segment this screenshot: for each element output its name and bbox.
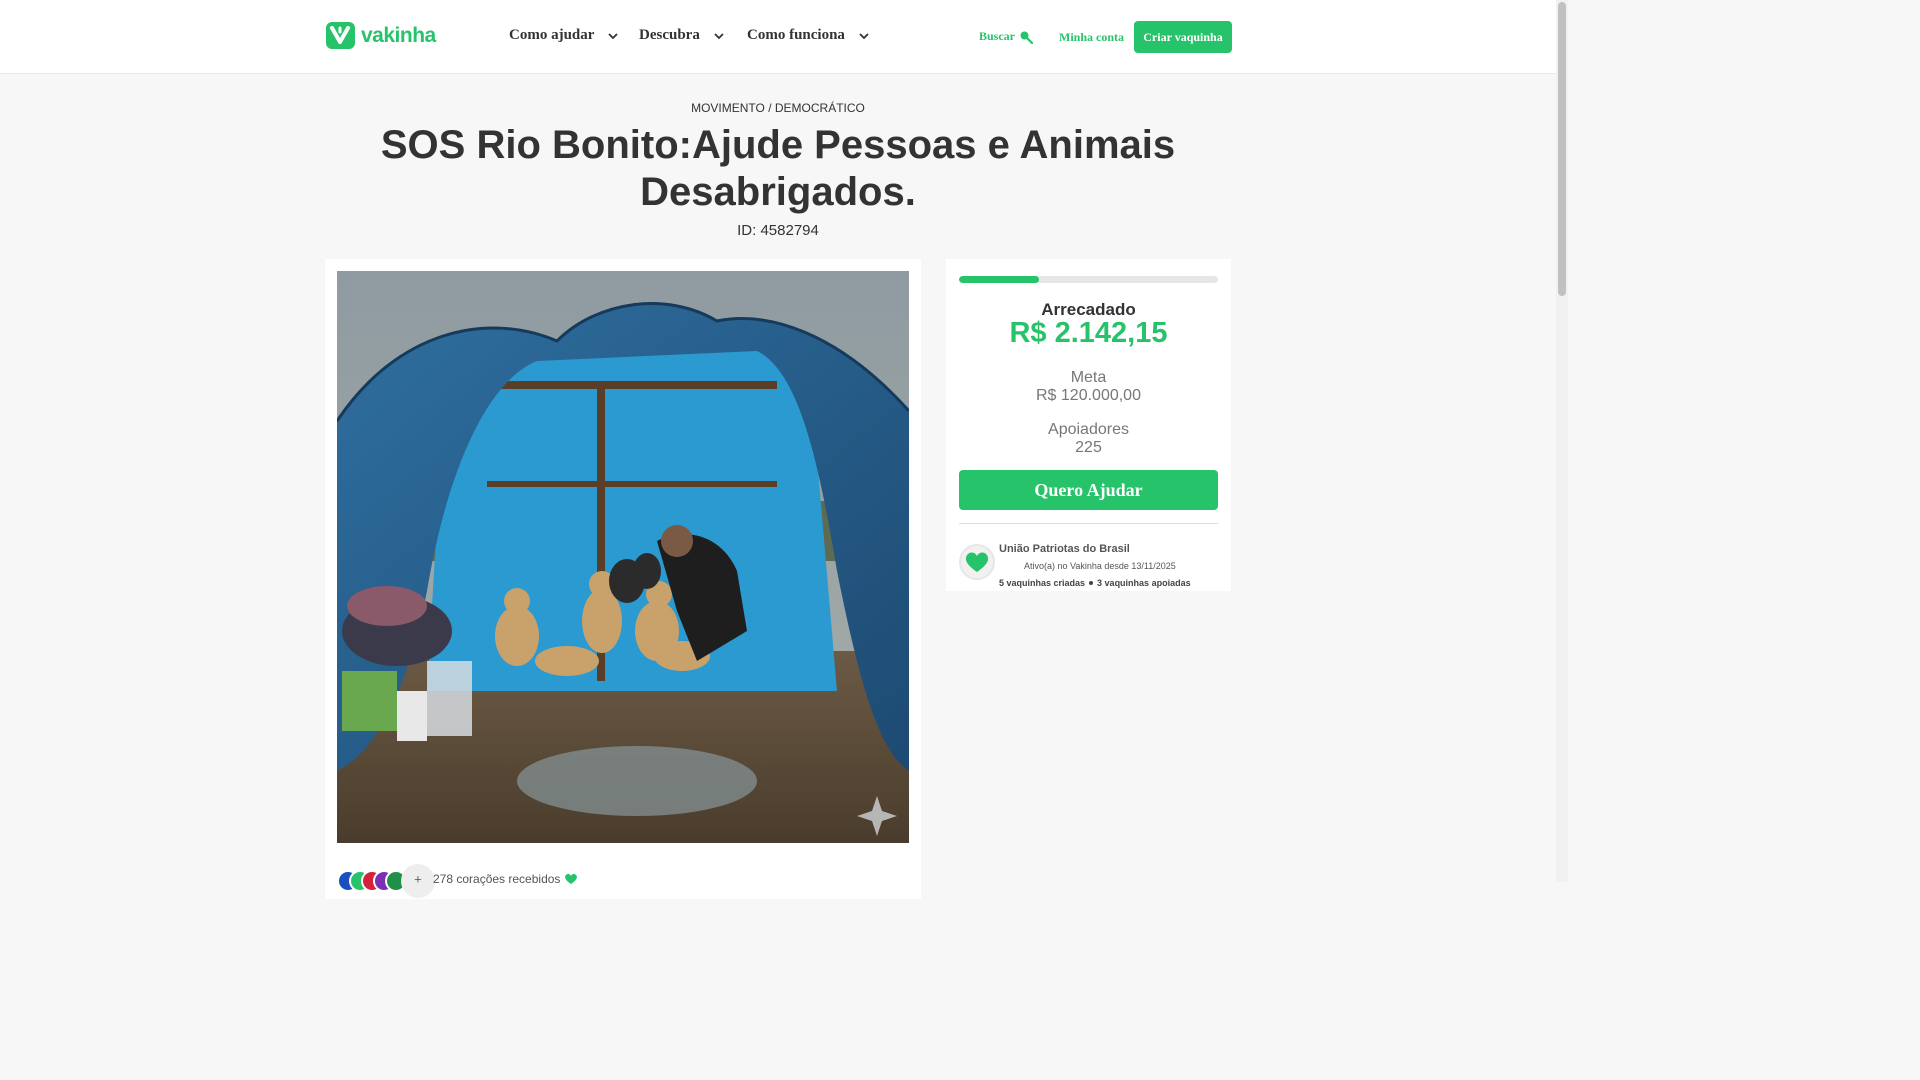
divider (959, 523, 1218, 524)
vakinha-logo[interactable]: vakinha (326, 22, 436, 49)
create-campaign-button[interactable]: Criar vaquinha (1134, 21, 1232, 53)
donate-button[interactable]: Quero Ajudar (959, 470, 1218, 510)
search-button[interactable]: Buscar (979, 29, 1033, 44)
goal-value: R$ 120.000,00 (1036, 387, 1141, 404)
organizer-avatar[interactable] (959, 544, 995, 580)
organizer-stats: 5 vaquinhas criadas 3 vaquinhas apoiadas (999, 578, 1191, 588)
campaign-photo[interactable] (337, 271, 909, 843)
hearts-count: 278 corações recebidos (433, 872, 578, 886)
goal-label: Meta (1070, 369, 1107, 386)
hearts-text: 278 corações recebidos (433, 872, 561, 886)
search-label: Buscar (979, 29, 1015, 43)
backers-label: Apoiadores (1048, 421, 1129, 438)
organizer-name[interactable]: União Patriotas do Brasil (999, 543, 1130, 555)
chevron-down-icon (608, 32, 619, 39)
nav-label: Como funciona (747, 27, 845, 43)
progress-fill (959, 276, 1040, 283)
heart-avatars[interactable]: + (337, 864, 435, 898)
scrollbar-thumb[interactable] (1558, 2, 1566, 296)
top-header: vakinha Como ajudar Descubra Como funcio… (0, 0, 1556, 74)
nav-label: Descubra (639, 27, 700, 43)
campaigns-supported: 3 vaquinhas apoiadas (1097, 578, 1191, 588)
logo-text: vakinha (361, 23, 436, 47)
search-icon (1020, 31, 1033, 44)
organizer-since: Ativo(a) no Vakinha desde 13/11/2025 (1024, 561, 1176, 571)
heart-icon (565, 873, 578, 884)
chevron-down-icon (859, 32, 869, 39)
nav-como-ajudar[interactable]: Como ajudar (509, 27, 619, 44)
more-avatars-button[interactable]: + (401, 864, 435, 898)
logo-icon (326, 22, 355, 49)
campaign-id: ID: 4582794 (737, 222, 819, 239)
backers-value: 225 (1075, 439, 1102, 456)
account-link[interactable]: Minha conta (1059, 30, 1124, 45)
progress-bar (959, 276, 1218, 283)
raised-value: R$ 2.142,15 (1009, 317, 1168, 349)
nav-descubra[interactable]: Descubra (639, 27, 724, 44)
nav-label: Como ajudar (509, 27, 595, 43)
chevron-down-icon (714, 32, 724, 39)
heart-icon (965, 552, 989, 572)
page-title: SOS Rio Bonito:Ajude Pessoas e Animais D… (380, 123, 1176, 214)
nav-como-funciona[interactable]: Como funciona (747, 27, 869, 44)
separator-dot (1089, 581, 1094, 585)
campaign-category[interactable]: MOVIMENTO / DEMOCRÁTICO (0, 101, 1556, 115)
campaigns-created: 5 vaquinhas criadas (999, 578, 1086, 588)
